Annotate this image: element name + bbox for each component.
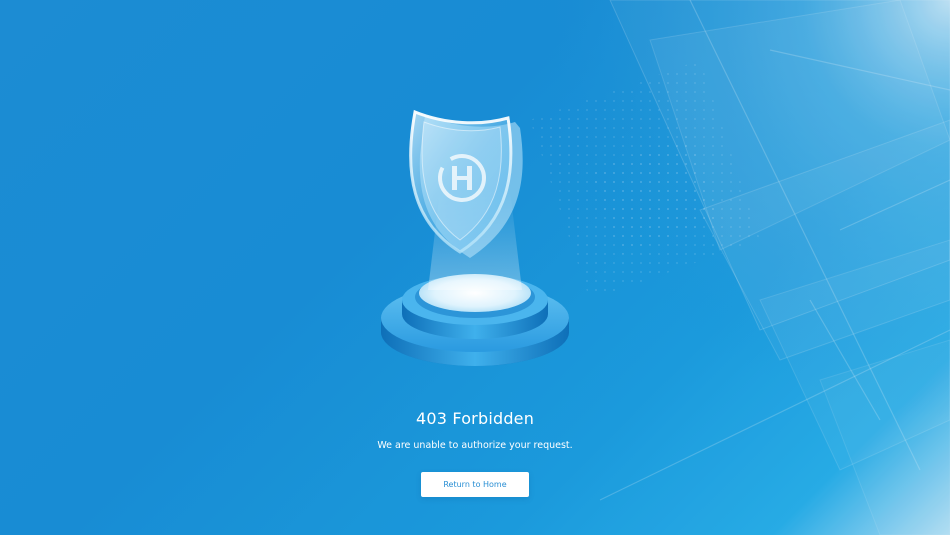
error-title: 403 Forbidden bbox=[415, 409, 535, 428]
return-home-button[interactable]: Return to Home bbox=[421, 472, 529, 497]
error-message: We are unable to authorize your request. bbox=[377, 440, 573, 451]
shield-illustration bbox=[381, 109, 569, 366]
